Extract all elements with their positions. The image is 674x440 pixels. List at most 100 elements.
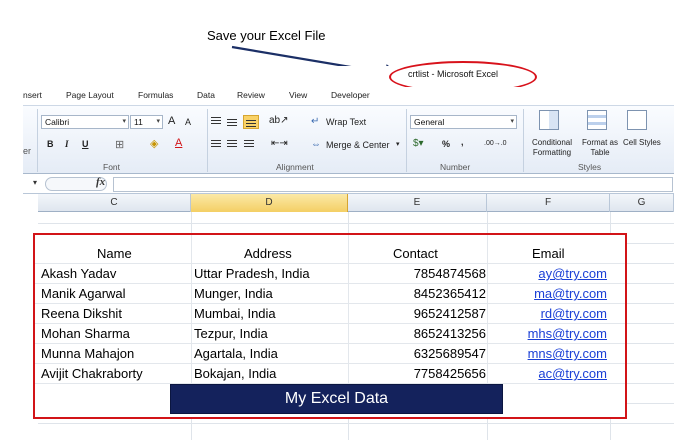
screenshot-stage: Save your Excel File crtlist - Microsoft… <box>0 0 674 440</box>
column-header-d[interactable]: D <box>191 194 348 212</box>
orientation-icon[interactable]: ab↗ <box>269 115 289 126</box>
tab-view[interactable]: View <box>289 90 307 100</box>
cell-name[interactable]: Mohan Sharma <box>41 326 130 341</box>
tab-insert[interactable]: nsert <box>23 90 42 100</box>
divider <box>37 109 38 172</box>
styles-group-label: Styles <box>578 162 602 172</box>
chevron-down-icon[interactable]: ▾ <box>33 178 37 187</box>
indent-icon[interactable]: ⇤⇥ <box>271 138 288 149</box>
tab-data[interactable]: Data <box>197 90 215 100</box>
chevron-down-icon: ▾ <box>156 118 160 125</box>
cell-contact[interactable]: 8452365412 <box>414 286 486 301</box>
column-header-c[interactable]: C <box>38 194 191 212</box>
header-name[interactable]: Name <box>97 246 132 261</box>
table-row: Reena Dikshit Mumbai, India 9652412587 r… <box>35 304 625 324</box>
conditional-formatting-icon <box>539 110 559 130</box>
save-callout-text: Save your Excel File <box>207 28 326 43</box>
cell-contact[interactable]: 8652413256 <box>414 326 486 341</box>
font-name-value: Calibri <box>45 117 70 127</box>
align-bottom-icon <box>246 120 256 127</box>
align-top-icon[interactable] <box>211 117 221 124</box>
chevron-down-icon[interactable]: ▾ <box>396 140 400 148</box>
align-center-icon[interactable] <box>227 140 237 147</box>
cell-contact[interactable]: 9652412587 <box>414 306 486 321</box>
window-title-bar <box>23 66 674 85</box>
cell-name[interactable]: Munna Mahajon <box>41 346 134 361</box>
cell-email-link[interactable]: ac@try.com <box>538 366 607 381</box>
header-contact[interactable]: Contact <box>393 246 438 261</box>
clipboard-partial-label: er <box>23 146 32 156</box>
table-row: Manik Agarwal Munger, India 8452365412 m… <box>35 284 625 304</box>
cell-name[interactable]: Reena Dikshit <box>41 306 122 321</box>
formula-input[interactable] <box>113 177 673 192</box>
cell-address[interactable]: Mumbai, India <box>194 306 276 321</box>
comma-button[interactable]: , <box>461 137 464 147</box>
tab-formulas[interactable]: Formulas <box>138 90 173 100</box>
cell-address[interactable]: Uttar Pradesh, India <box>194 266 310 281</box>
tab-page-layout[interactable]: Page Layout <box>66 90 114 100</box>
cell-address[interactable]: Bokajan, India <box>194 366 276 381</box>
cell-address[interactable]: Agartala, India <box>194 346 278 361</box>
underline-button[interactable]: U <box>82 139 89 149</box>
wrap-text-icon: ↵ <box>311 116 320 127</box>
excel-data-banner: My Excel Data <box>170 384 503 414</box>
grow-font-button[interactable]: A <box>168 115 175 127</box>
cell-email-link[interactable]: mns@try.com <box>528 346 607 361</box>
cell-address[interactable]: Tezpur, India <box>194 326 268 341</box>
font-size-select[interactable]: 11 ▾ <box>130 115 163 129</box>
shrink-font-button[interactable]: A <box>185 117 191 127</box>
fill-color-icon[interactable]: ◈ <box>150 137 158 150</box>
alignment-group-label: Alignment <box>276 162 314 172</box>
cell-email-link[interactable]: ay@try.com <box>538 266 607 281</box>
table-row: Mohan Sharma Tezpur, India 8652413256 mh… <box>35 324 625 344</box>
column-header-f[interactable]: F <box>487 194 610 212</box>
cell-contact[interactable]: 6325689547 <box>414 346 486 361</box>
cell-name[interactable]: Avijit Chakraborty <box>41 366 143 381</box>
cell-name[interactable]: Manik Agarwal <box>41 286 126 301</box>
insert-function-button[interactable]: fx <box>96 176 105 188</box>
table-row: Munna Mahajon Agartala, India 6325689547… <box>35 344 625 364</box>
table-header-row: Name Address Contact Email <box>35 244 625 264</box>
font-name-select[interactable]: Calibri ▾ <box>41 115 129 129</box>
cell-contact[interactable]: 7758425656 <box>414 366 486 381</box>
cell-address[interactable]: Munger, India <box>194 286 273 301</box>
currency-icon[interactable]: $▾ <box>413 138 424 149</box>
font-group-label: Font <box>103 162 121 172</box>
number-group-label: Number <box>440 162 471 172</box>
tab-review[interactable]: Review <box>237 90 265 100</box>
number-format-value: General <box>414 117 445 127</box>
merge-icon: ⇔ <box>311 139 321 150</box>
cell-email-link[interactable]: rd@try.com <box>541 306 607 321</box>
align-right-icon[interactable] <box>244 140 254 147</box>
cell-contact[interactable]: 7854874568 <box>414 266 486 281</box>
increase-decimal-button[interactable]: .00→.0 <box>484 140 507 147</box>
chevron-down-icon: ▾ <box>510 118 514 125</box>
chevron-down-icon: ▾ <box>122 118 126 125</box>
borders-icon[interactable]: ⊞ <box>115 138 124 151</box>
bold-button[interactable]: B <box>47 139 54 149</box>
align-middle-icon[interactable] <box>227 119 237 126</box>
percent-button[interactable]: % <box>442 139 450 149</box>
tab-developer[interactable]: Developer <box>331 90 370 100</box>
formula-bar: ▾ fx <box>23 175 674 194</box>
table-row: Akash Yadav Uttar Pradesh, India 7854874… <box>35 264 625 284</box>
cell-email-link[interactable]: ma@try.com <box>534 286 607 301</box>
format-as-table-button[interactable]: Format as Table <box>580 138 620 158</box>
wrap-text-button[interactable]: Wrap Text <box>326 117 366 127</box>
align-left-icon[interactable] <box>211 140 221 147</box>
header-address[interactable]: Address <box>244 246 292 261</box>
header-email[interactable]: Email <box>532 246 565 261</box>
font-size-value: 11 <box>134 117 143 127</box>
cell-styles-button[interactable]: Cell Styles <box>623 138 674 148</box>
merge-center-button[interactable]: Merge & Center <box>326 140 390 150</box>
conditional-formatting-button[interactable]: Conditional Formatting <box>526 138 578 158</box>
cell-email-link[interactable]: mhs@try.com <box>528 326 607 341</box>
italic-button[interactable]: I <box>65 139 69 149</box>
font-color-icon[interactable]: A <box>175 137 182 149</box>
column-header-g[interactable]: G <box>610 194 674 212</box>
column-header-e[interactable]: E <box>348 194 487 212</box>
cell-name[interactable]: Akash Yadav <box>41 266 116 281</box>
number-format-select[interactable]: General ▾ <box>410 115 517 129</box>
divider <box>523 109 524 172</box>
divider <box>406 109 407 172</box>
